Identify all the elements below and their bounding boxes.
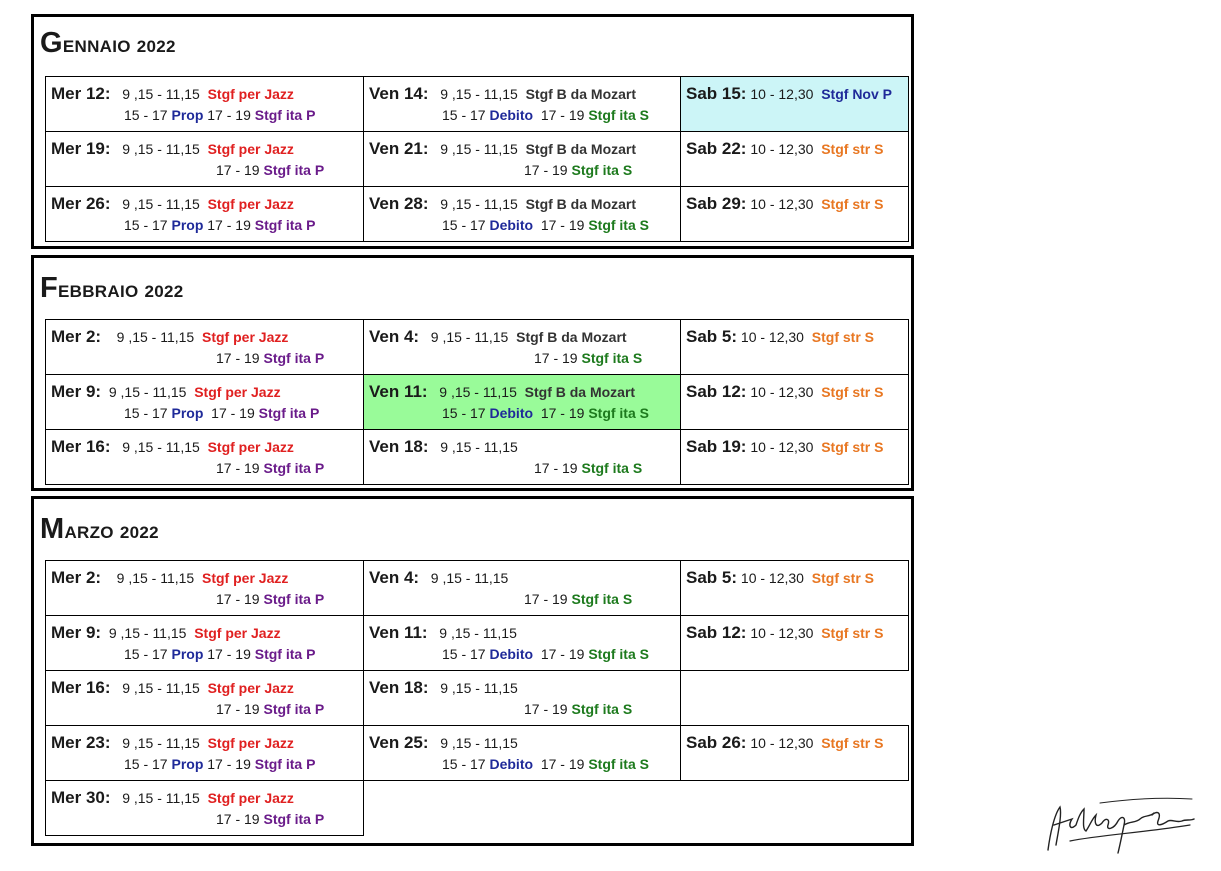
month-gennaio: GENNAIO 2022 Mer 12: 9 ,15 - 11,15 Stgf p… bbox=[31, 14, 914, 249]
schedule-cell-sab-22: Sab 22: 10 - 12,30 Stgf str S bbox=[680, 131, 909, 187]
month-title: GENNAIO 2022 bbox=[40, 27, 176, 59]
schedule-cell-mer-23: Mer 23: 9 ,15 - 11,15 Stgf per Jazz 15 -… bbox=[45, 725, 364, 781]
month-title: FEBBRAIO 2022 bbox=[40, 272, 184, 304]
schedule-cell-mer-2: Mer 2: 9 ,15 - 11,15 Stgf per Jazz 17 - … bbox=[45, 319, 364, 375]
schedule-cell-sab-26: Sab 26: 10 - 12,30 Stgf str S bbox=[680, 725, 909, 781]
schedule-cell-ven-28: Ven 28: 9 ,15 - 11,15 Stgf B da Mozart 1… bbox=[363, 186, 681, 242]
schedule-cell-mer-9: Mer 9: 9 ,15 - 11,15 Stgf per Jazz 15 - … bbox=[45, 615, 364, 671]
schedule-cell-ven-4: Ven 4: 9 ,15 - 11,15 17 - 19 Stgf ita S bbox=[363, 560, 681, 616]
schedule-cell-mer-30: Mer 30: 9 ,15 - 11,15 Stgf per Jazz 17 -… bbox=[45, 780, 364, 836]
schedule-cell-sab-12: Sab 12: 10 - 12,30 Stgf str S bbox=[680, 374, 909, 430]
schedule-cell-mer-19: Mer 19: 9 ,15 - 11,15 Stgf per Jazz 17 -… bbox=[45, 131, 364, 187]
schedule-cell-ven-11: Ven 11: 9 ,15 - 11,15 15 - 17 Debito 17 … bbox=[363, 615, 681, 671]
schedule-cell-mer-2: Mer 2: 9 ,15 - 11,15 Stgf per Jazz 17 - … bbox=[45, 560, 364, 616]
month-marzo: MARZO 2022 Mer 2: 9 ,15 - 11,15 Stgf per … bbox=[31, 496, 914, 846]
schedule-cell-mer-9: Mer 9: 9 ,15 - 11,15 Stgf per Jazz 15 - … bbox=[45, 374, 364, 430]
month-title: MARZO 2022 bbox=[40, 513, 159, 545]
schedule-cell-mer-16: Mer 16: 9 ,15 - 11,15 Stgf per Jazz 17 -… bbox=[45, 670, 364, 726]
schedule-cell-sab-19: Sab 19: 10 - 12,30 Stgf str S bbox=[680, 429, 909, 485]
schedule-cell-ven-18: Ven 18: 9 ,15 - 11,15 17 - 19 Stgf ita S bbox=[363, 429, 681, 485]
schedule-cell-ven-14: Ven 14: 9 ,15 - 11,15 Stgf B da Mozart 1… bbox=[363, 76, 681, 132]
month-febbraio: FEBBRAIO 2022 Mer 2: 9 ,15 - 11,15 Stgf p… bbox=[31, 255, 914, 491]
schedule-cell-ven-11: Ven 11: 9 ,15 - 11,15 Stgf B da Mozart 1… bbox=[363, 374, 681, 430]
schedule-cell-ven-25: Ven 25: 9 ,15 - 11,15 15 - 17 Debito 17 … bbox=[363, 725, 681, 781]
schedule-cell-mer-12: Mer 12: 9 ,15 - 11,15 Stgf per Jazz 15 -… bbox=[45, 76, 364, 132]
schedule-cell-sab-29: Sab 29: 10 - 12,30 Stgf str S bbox=[680, 186, 909, 242]
schedule-cell-ven-18: Ven 18: 9 ,15 - 11,15 17 - 19 Stgf ita S bbox=[363, 670, 681, 726]
schedule-cell-sab-5: Sab 5: 10 - 12,30 Stgf str S bbox=[680, 560, 909, 616]
schedule-cell-mer-16: Mer 16: 9 ,15 - 11,15 Stgf per Jazz 17 -… bbox=[45, 429, 364, 485]
schedule-cell-ven-21: Ven 21: 9 ,15 - 11,15 Stgf B da Mozart 1… bbox=[363, 131, 681, 187]
schedule-cell-sab-15: Sab 15: 10 - 12,30 Stgf Nov P bbox=[680, 76, 909, 132]
handwritten-signature bbox=[1047, 797, 1195, 854]
schedule-cell-sab-5: Sab 5: 10 - 12,30 Stgf str S bbox=[680, 319, 909, 375]
schedule-cell-sab-12: Sab 12: 10 - 12,30 Stgf str S bbox=[680, 615, 909, 671]
schedule-cell-ven-4: Ven 4: 9 ,15 - 11,15 Stgf B da Mozart 17… bbox=[363, 319, 681, 375]
schedule-cell-mer-26: Mer 26: 9 ,15 - 11,15 Stgf per Jazz 15 -… bbox=[45, 186, 364, 242]
